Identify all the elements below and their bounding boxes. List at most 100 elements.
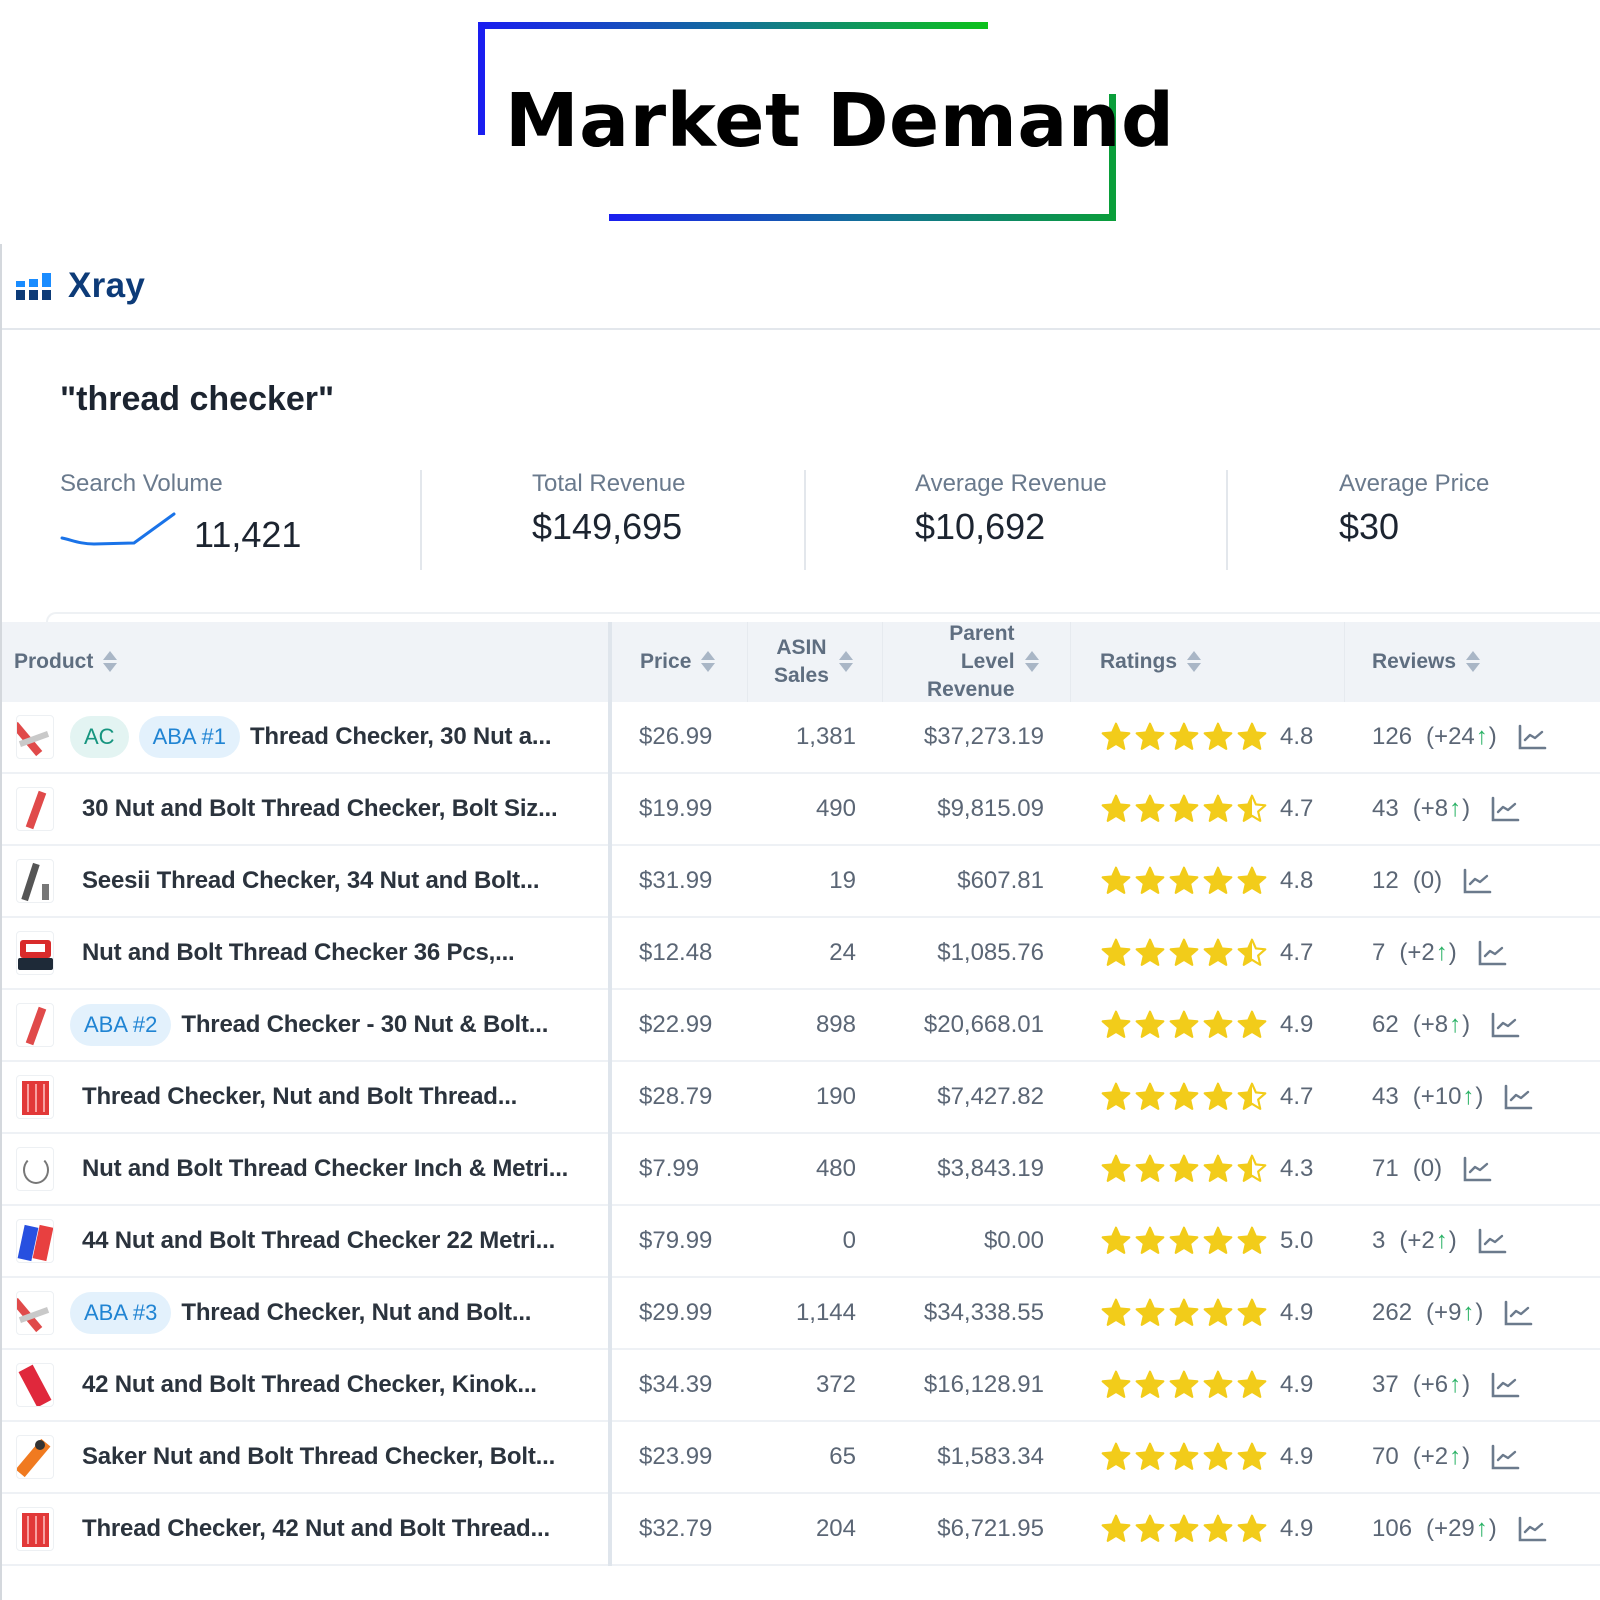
product-cell[interactable]: AC ABA #1 Thread Checker, 30 Nut a... — [16, 702, 552, 772]
parent-revenue-cell: $607.81 — [957, 867, 1044, 894]
column-divider — [747, 622, 748, 702]
review-delta-value: +6 — [1420, 1371, 1449, 1398]
star-full-icon — [1237, 1298, 1267, 1326]
product-cell[interactable]: 44 Nut and Bolt Thread Checker 22 Metri.… — [16, 1206, 555, 1276]
review-count: 71 — [1372, 1155, 1399, 1182]
line-chart-icon[interactable] — [1490, 1443, 1520, 1471]
header-label: Price — [640, 650, 692, 673]
product-cell[interactable]: Saker Nut and Bolt Thread Checker, Bolt.… — [16, 1422, 555, 1492]
product-thumbnail[interactable] — [16, 715, 54, 759]
line-chart-icon[interactable] — [1462, 1155, 1492, 1183]
product-name-link[interactable]: Seesii Thread Checker, 34 Nut and Bolt..… — [82, 867, 539, 895]
product-name-link[interactable]: Thread Checker, Nut and Bolt... — [181, 1299, 531, 1327]
product-name-link[interactable]: 42 Nut and Bolt Thread Checker, Kinok... — [82, 1371, 537, 1399]
star-full-icon — [1135, 1442, 1165, 1470]
sort-icon[interactable] — [1187, 651, 1202, 673]
product-name-link[interactable]: Thread Checker, 30 Nut a... — [250, 723, 552, 751]
rating-value: 5.0 — [1280, 1227, 1314, 1254]
product-cell[interactable]: 30 Nut and Bolt Thread Checker, Bolt Siz… — [16, 774, 558, 844]
product-cell[interactable]: Seesii Thread Checker, 34 Nut and Bolt..… — [16, 846, 539, 916]
table-row[interactable]: ABA #3 Thread Checker, Nut and Bolt... $… — [2, 1278, 1600, 1350]
table-row[interactable]: ABA #2 Thread Checker - 30 Nut & Bolt...… — [2, 990, 1600, 1062]
star-full-icon — [1101, 1298, 1131, 1326]
table-row[interactable]: Seesii Thread Checker, 34 Nut and Bolt..… — [2, 846, 1600, 918]
table-row[interactable]: Nut and Bolt Thread Checker Inch & Metri… — [2, 1134, 1600, 1206]
star-full-icon — [1135, 1298, 1165, 1326]
product-thumbnail[interactable] — [16, 1003, 54, 1047]
header-asin-sales[interactable]: ASIN Sales — [774, 622, 853, 702]
product-cell[interactable]: Thread Checker, Nut and Bolt Thread... — [16, 1062, 517, 1132]
sort-icon[interactable] — [1466, 651, 1481, 673]
star-half-icon — [1237, 938, 1267, 966]
star-rating — [1100, 1009, 1268, 1041]
header-ratings[interactable]: Ratings — [1100, 622, 1202, 702]
table-row[interactable]: 30 Nut and Bolt Thread Checker, Bolt Siz… — [2, 774, 1600, 846]
header-parent-level-revenue[interactable]: Parent Level Revenue — [927, 622, 1039, 702]
product-name-link[interactable]: Nut and Bolt Thread Checker Inch & Metri… — [82, 1155, 568, 1183]
parent-revenue-cell: $0.00 — [983, 1227, 1044, 1254]
product-name-link[interactable]: 44 Nut and Bolt Thread Checker 22 Metri.… — [82, 1227, 555, 1255]
rating-value: 4.9 — [1280, 1299, 1314, 1326]
table-row[interactable]: AC ABA #1 Thread Checker, 30 Nut a... $26… — [2, 702, 1600, 774]
product-name-link[interactable]: Nut and Bolt Thread Checker 36 Pcs,... — [82, 939, 515, 967]
product-thumbnail[interactable] — [16, 1363, 54, 1407]
review-delta-value: +2 — [1407, 939, 1435, 966]
sort-icon[interactable] — [838, 651, 853, 673]
review-delta: (+9↑) — [1426, 1299, 1484, 1326]
line-chart-icon[interactable] — [1477, 939, 1507, 967]
rating-value: 4.7 — [1280, 795, 1314, 822]
table-card-edge — [46, 612, 1600, 622]
product-name-link[interactable]: 30 Nut and Bolt Thread Checker, Bolt Siz… — [82, 795, 558, 823]
line-chart-icon[interactable] — [1490, 1011, 1520, 1039]
table-row[interactable]: Nut and Bolt Thread Checker 36 Pcs,... $… — [2, 918, 1600, 990]
table-row[interactable]: 42 Nut and Bolt Thread Checker, Kinok...… — [2, 1350, 1600, 1422]
star-rating — [1100, 1297, 1268, 1329]
product-thumbnail[interactable] — [16, 787, 54, 831]
product-name-link[interactable]: Thread Checker, Nut and Bolt Thread... — [82, 1083, 517, 1111]
sort-icon[interactable] — [701, 651, 716, 673]
review-count: 262 — [1372, 1299, 1413, 1326]
product-cell[interactable]: Thread Checker, 42 Nut and Bolt Thread..… — [16, 1494, 550, 1564]
line-chart-icon[interactable] — [1490, 1371, 1520, 1399]
product-cell[interactable]: Nut and Bolt Thread Checker Inch & Metri… — [16, 1134, 568, 1204]
parent-revenue-cell: $1,583.34 — [937, 1443, 1044, 1470]
table-row[interactable]: Thread Checker, Nut and Bolt Thread... $… — [2, 1062, 1600, 1134]
line-chart-icon[interactable] — [1503, 1299, 1533, 1327]
table-row[interactable]: Thread Checker, 42 Nut and Bolt Thread..… — [2, 1494, 1600, 1566]
asin-sales-cell: 898 — [815, 1011, 856, 1038]
price-cell: $19.99 — [639, 795, 713, 822]
table-row[interactable]: 44 Nut and Bolt Thread Checker 22 Metri.… — [2, 1206, 1600, 1278]
line-chart-icon[interactable] — [1517, 723, 1547, 751]
product-thumbnail[interactable] — [16, 1291, 54, 1335]
product-thumbnail[interactable] — [16, 1219, 54, 1263]
product-cell[interactable]: ABA #2 Thread Checker - 30 Nut & Bolt... — [16, 990, 548, 1060]
product-cell[interactable]: 42 Nut and Bolt Thread Checker, Kinok... — [16, 1350, 537, 1420]
product-name-link[interactable]: Thread Checker - 30 Nut & Bolt... — [181, 1011, 548, 1039]
line-chart-icon[interactable] — [1477, 1227, 1507, 1255]
review-delta-value: +2 — [1407, 1227, 1435, 1254]
product-thumbnail[interactable] — [16, 931, 54, 975]
sort-icon[interactable] — [1024, 651, 1039, 673]
line-chart-icon[interactable] — [1517, 1515, 1547, 1543]
sort-icon[interactable] — [103, 651, 118, 673]
product-name-link[interactable]: Thread Checker, 42 Nut and Bolt Thread..… — [82, 1515, 550, 1543]
product-thumbnail[interactable] — [16, 1075, 54, 1119]
review-delta-value: +8 — [1420, 1011, 1449, 1038]
header-price[interactable]: Price — [640, 622, 716, 702]
review-delta-value: +29 — [1434, 1515, 1475, 1542]
header-product[interactable]: Product — [14, 622, 118, 702]
product-thumbnail[interactable] — [16, 1507, 54, 1551]
product-thumbnail[interactable] — [16, 1435, 54, 1479]
line-chart-icon[interactable] — [1462, 867, 1492, 895]
banner-frame-left — [478, 22, 485, 135]
product-thumbnail[interactable] — [16, 1147, 54, 1191]
product-name-link[interactable]: Saker Nut and Bolt Thread Checker, Bolt.… — [82, 1443, 555, 1471]
review-count: 62 — [1372, 1011, 1399, 1038]
product-cell[interactable]: Nut and Bolt Thread Checker 36 Pcs,... — [16, 918, 515, 988]
product-cell[interactable]: ABA #3 Thread Checker, Nut and Bolt... — [16, 1278, 531, 1348]
line-chart-icon[interactable] — [1490, 795, 1520, 823]
product-thumbnail[interactable] — [16, 859, 54, 903]
line-chart-icon[interactable] — [1503, 1083, 1533, 1111]
table-row[interactable]: Saker Nut and Bolt Thread Checker, Bolt.… — [2, 1422, 1600, 1494]
header-reviews[interactable]: Reviews — [1372, 622, 1481, 702]
